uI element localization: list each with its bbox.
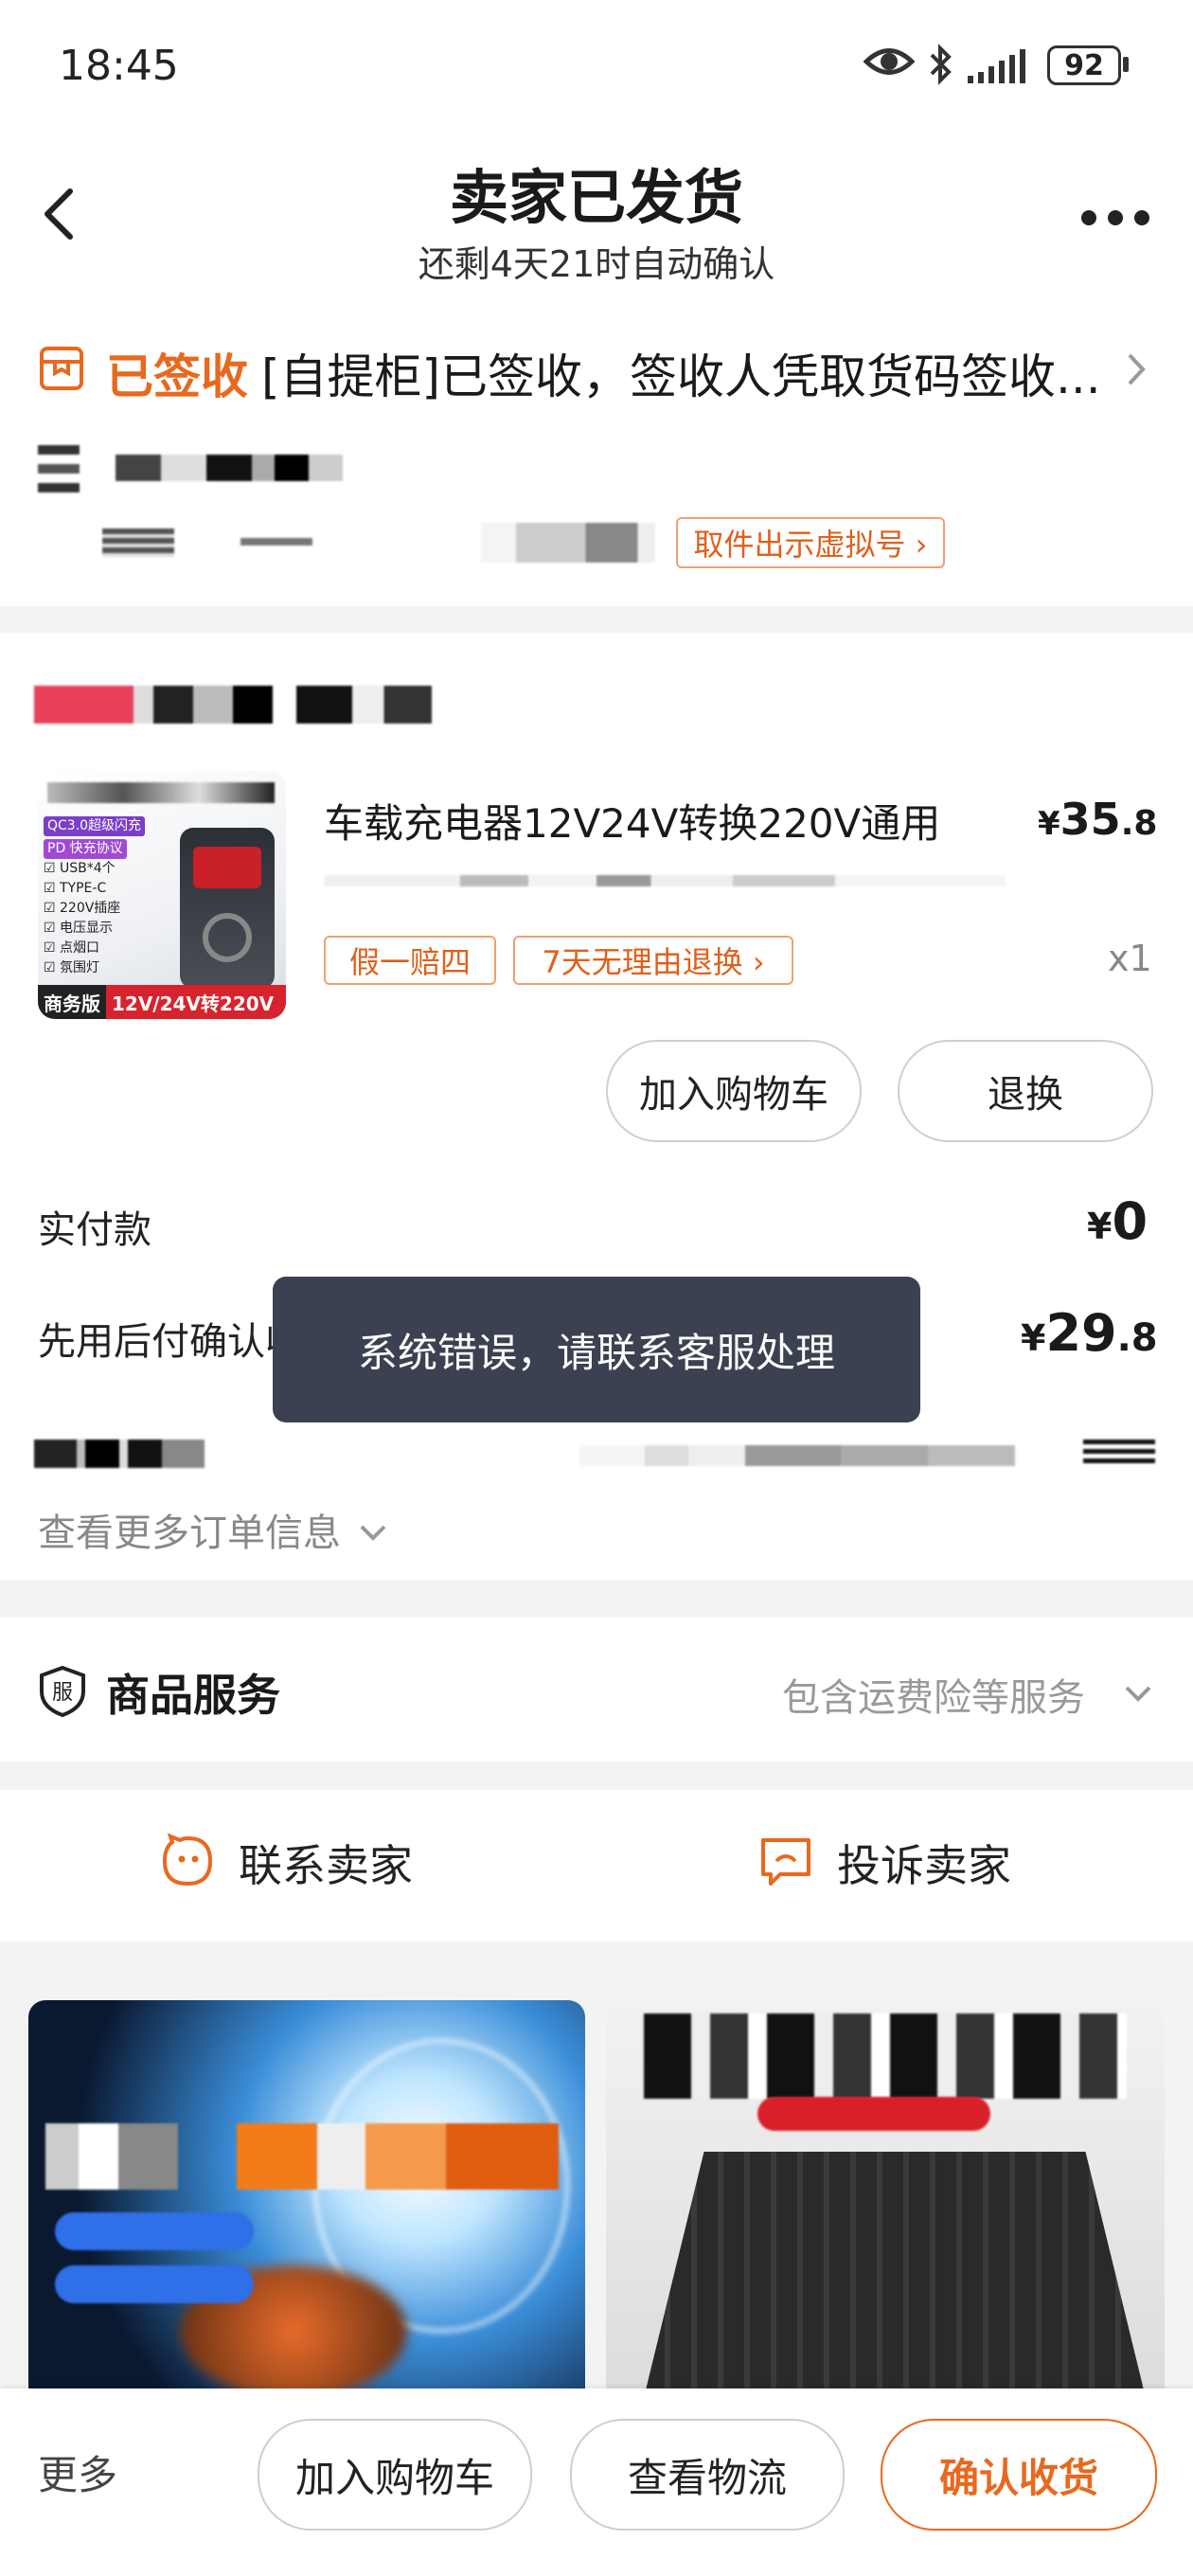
actual-payment-label: 实付款 [38,1208,151,1252]
recommend-card-2[interactable] [606,2000,1165,2398]
later-symbol: ¥ [1021,1317,1046,1359]
package-icon [38,345,85,396]
charger-image [180,828,275,989]
service-summary: 包含运费险等服务 [782,1676,1085,1720]
charger-port [203,913,252,962]
contact-seller-button[interactable]: 联系卖家 [159,1832,413,1894]
tag-fake-compensation: 假一赔四 [324,936,496,985]
later-int: 29 [1045,1303,1117,1363]
service-row[interactable]: 服 商品服务 包含运费险等服务 [0,1618,1193,1762]
thumb-line: ☑ 220V插座 [44,901,121,916]
thumb-line: ☑ 电压显示 [44,921,114,936]
redacted-block [38,483,80,492]
order-no-redacted [579,1445,1015,1466]
recommend-image-2 [644,2152,1146,2398]
status-time: 18:45 [59,42,179,90]
logistics-detail: [自提柜]已签收，签收人凭取货码签收... [261,349,1101,404]
thumb-line: ☑ 点烟口 [44,940,100,956]
thumb-line: PD 快充协议 [44,839,127,859]
more-order-info[interactable]: 查看更多订单信息 [38,1502,388,1557]
confirm-receipt-button[interactable]: 确认收货 [881,2419,1157,2531]
recommend-1-redacted [55,2212,254,2250]
copy-redacted [1083,1440,1155,1468]
recommend-card-1[interactable] [28,2000,585,2398]
page-title: 卖家已发货 [449,163,743,232]
add-to-cart-button[interactable]: 加入购物车 [258,2419,532,2531]
redacted-block [38,464,80,474]
redacted-block [240,538,312,546]
service-title: 商品服务 [106,1670,280,1721]
recommend-2-redacted [757,2097,990,2131]
thumb-badge: 商务版 12V/24V转220V [38,985,286,1019]
order-no-label-redacted [34,1440,205,1468]
recommend-1-redacted [45,2123,178,2190]
chevron-down-icon [1123,1684,1153,1707]
tag-7day-return[interactable]: 7天无理由退换 › [513,936,793,985]
actual-symbol: ¥ [1087,1206,1113,1247]
price-dec: .8 [1120,804,1158,843]
price-symbol: ¥ [1038,805,1060,843]
more-dots-icon[interactable] [1079,208,1151,231]
thumb-badge-right: 12V/24V转220V [106,985,286,1019]
thumb-line: ☑ USB*4个 [44,861,116,876]
trunk-mat-texture [644,2152,1146,2398]
later-dec: .8 [1116,1316,1158,1360]
view-logistics-button[interactable]: 查看物流 [570,2419,845,2531]
add-to-cart-item-button[interactable]: 加入购物车 [606,1040,862,1142]
recommend-1-redacted [55,2265,254,2303]
shop-name-redacted [34,686,432,724]
pay-later-value: ¥29.8 [1021,1303,1158,1363]
actual-amount: 0 [1112,1191,1148,1251]
redacted-block [38,445,80,455]
logistics-status: 已签收 [106,349,248,404]
exchange-button[interactable]: 退换 [898,1040,1153,1142]
battery-level: 92 [1064,48,1104,82]
eye-icon [863,44,916,83]
thumb-line: QC3.0超级闪充 [44,816,146,836]
product-price: ¥35.8 [1038,794,1157,845]
redacted-block [481,523,655,563]
signal-icon [966,47,1034,89]
bottom-action-bar: 更多 加入购物车 查看物流 确认收货 [0,2388,1193,2576]
page-subtitle: 还剩4天21时自动确认 [418,243,775,285]
complain-seller-button[interactable]: 投诉卖家 [757,1832,1011,1894]
recommend-2-redacted [644,2013,1127,2099]
chat-face-icon [159,1833,216,1893]
logistics-card[interactable]: 已签收 [自提柜]已签收，签收人凭取货码签收... 取件出示虚拟号 › [0,284,1193,606]
service-shield-icon: 服 [38,1665,87,1722]
redacted-block [116,455,343,481]
thumb-line: ☑ 氛围灯 [44,960,100,975]
product-thumbnail[interactable]: QC3.0超级闪充 PD 快充协议 ☑ USB*4个 ☑ TYPE-C ☑ 22… [38,771,286,1019]
more-button[interactable]: 更多 [38,2443,117,2501]
bluetooth-icon [926,44,954,89]
product-title[interactable]: 车载充电器12V24V转换220V通用 [324,792,940,850]
chevron-right-icon [1125,350,1148,392]
price-int: 35 [1059,794,1121,845]
thumb-badge-left: 商务版 [44,993,100,1015]
battery-icon: 92 [1047,45,1121,85]
pickup-code-button[interactable]: 取件出示虚拟号 › [676,517,945,568]
battery-tip [1123,57,1129,72]
recommend-1-redacted [237,2123,559,2190]
redacted-block [102,528,174,557]
chevron-down-icon [358,1508,388,1551]
order-card: QC3.0超级闪充 PD 快充协议 ☑ USB*4个 ☑ TYPE-C ☑ 22… [0,633,1193,1580]
complaint-icon [757,1833,814,1893]
header: 卖家已发货 还剩4天21时自动确认 [0,133,1193,285]
more-order-info-label: 查看更多订单信息 [38,1512,341,1555]
complain-seller-label: 投诉卖家 [837,1840,1011,1891]
charger-display [193,847,261,888]
contact-seller-label: 联系卖家 [239,1840,413,1891]
thumb-line: ☑ TYPE-C [44,881,107,896]
error-toast: 系统错误，请联系客服处理 [273,1277,920,1422]
status-bar: 18:45 92 [0,0,1193,133]
sku-redacted [324,875,1006,886]
contact-row: 联系卖家 投诉卖家 [0,1790,1193,1941]
svg-text:服: 服 [52,1681,73,1705]
actual-payment-value: ¥0 [1087,1191,1148,1251]
product-qty: x1 [1108,938,1152,979]
thumb-redacted [47,782,275,803]
